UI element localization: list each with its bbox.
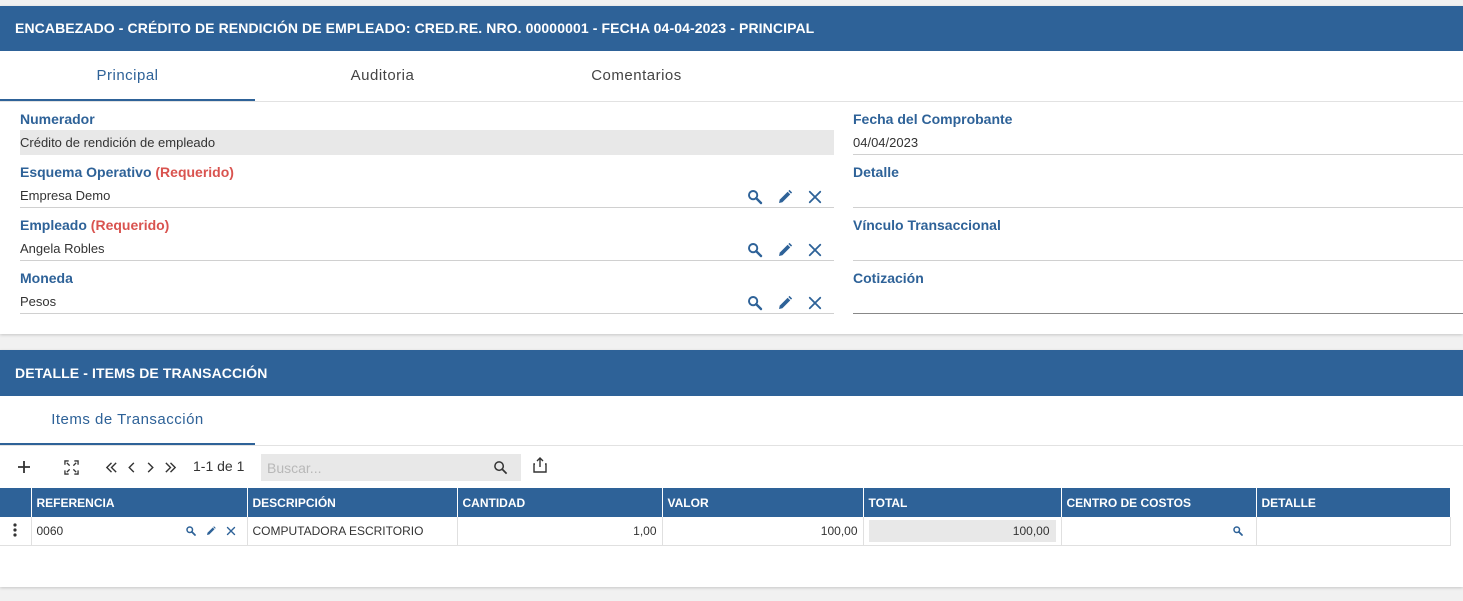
edit-icon[interactable] [205, 525, 217, 537]
row-menu-icon[interactable] [0, 517, 32, 546]
th-descripcion[interactable]: DESCRIPCIÓN [247, 488, 458, 517]
header-card: ENCABEZADO - CRÉDITO DE RENDICIÓN DE EMP… [0, 6, 1463, 334]
tab-comentarios[interactable]: Comentarios [509, 51, 764, 101]
close-icon[interactable] [225, 525, 237, 537]
th-centro-costos[interactable]: CENTRO DE COSTOS [1061, 488, 1257, 517]
close-icon[interactable] [806, 294, 824, 312]
header-card-title: ENCABEZADO - CRÉDITO DE RENDICIÓN DE EMP… [0, 6, 1463, 51]
fullscreen-icon[interactable] [64, 458, 79, 476]
tab-principal[interactable]: Principal [0, 51, 255, 101]
empleado-value[interactable]: Angela Robles [20, 241, 105, 256]
numerador-label: Numerador [20, 111, 95, 127]
grid-search-input[interactable] [261, 454, 481, 481]
esquema-value[interactable]: Empresa Demo [20, 188, 110, 203]
empleado-actions [746, 241, 824, 259]
export-icon[interactable] [532, 456, 548, 474]
detalle-underline [853, 207, 1463, 208]
table-header-row: REFERENCIA DESCRIPCIÓN CANTIDAD VALOR TO… [0, 488, 1451, 517]
search-icon[interactable] [746, 188, 764, 206]
field-detalle: Detalle [853, 164, 1463, 209]
add-icon[interactable] [17, 458, 31, 476]
detail-card-title: DETALLE - ITEMS DE TRANSACCIÓN [0, 350, 1463, 396]
table-header-menu [0, 488, 32, 517]
field-moneda: Moneda Pesos [20, 270, 834, 315]
total-value: 100,00 [868, 520, 1056, 542]
first-page-icon[interactable] [105, 458, 118, 476]
grid-toolbar: 1-1 de 1 [0, 446, 1463, 488]
fecha-value[interactable]: 04/04/2023 [853, 135, 918, 150]
cotizacion-label: Cotización [853, 270, 924, 286]
field-empleado: Empleado (Requerido) Angela Robles [20, 217, 834, 262]
prev-page-icon[interactable] [127, 458, 137, 476]
esquema-required: (Requerido) [155, 164, 234, 180]
tab-auditoria[interactable]: Auditoria [255, 51, 510, 101]
tab-items-transaccion[interactable]: Items de Transacción [0, 396, 255, 445]
cell-descripcion[interactable]: COMPUTADORA ESCRITORIO [247, 517, 458, 546]
edit-icon[interactable] [776, 188, 794, 206]
grid-search [261, 454, 521, 481]
vinculo-label: Vínculo Transaccional [853, 217, 1001, 233]
cell-total: 100,00 [863, 517, 1062, 546]
empleado-label: Empleado (Requerido) [20, 217, 170, 233]
cell-centro-costos[interactable] [1061, 517, 1257, 546]
cell-cantidad[interactable]: 1,00 [457, 517, 663, 546]
moneda-value[interactable]: Pesos [20, 294, 56, 309]
esquema-underline [20, 207, 834, 208]
referencia-value: 0060 [36, 524, 64, 538]
cotizacion-underline [853, 313, 1463, 314]
field-cotizacion: Cotización [853, 270, 1463, 315]
th-total[interactable]: TOTAL [863, 488, 1062, 517]
table-row: 0060 COMPUTADORA ESCRITORIO 1,00 100,00 … [0, 517, 1451, 546]
vinculo-underline [853, 260, 1463, 261]
detail-card: DETALLE - ITEMS DE TRANSACCIÓN Items de … [0, 350, 1463, 587]
grid-area: 1-1 de 1 REFERENCIA DESCRIPCIÓN CANTIDAD… [0, 446, 1463, 587]
cell-valor[interactable]: 100,00 [662, 517, 864, 546]
close-icon[interactable] [806, 241, 824, 259]
search-icon[interactable] [746, 294, 764, 312]
search-icon[interactable] [746, 241, 764, 259]
last-page-icon[interactable] [164, 458, 177, 476]
edit-icon[interactable] [776, 241, 794, 259]
search-icon[interactable] [493, 460, 508, 480]
search-icon[interactable] [1232, 525, 1244, 540]
th-valor[interactable]: VALOR [662, 488, 864, 517]
field-vinculo: Vínculo Transaccional [853, 217, 1463, 262]
numerador-value: Crédito de rendición de empleado [20, 135, 216, 150]
referencia-actions [185, 525, 237, 537]
moneda-actions [746, 294, 824, 312]
moneda-label: Moneda [20, 270, 73, 286]
header-tabs: Principal Auditoria Comentarios [0, 51, 1463, 102]
pagination-label: 1-1 de 1 [193, 458, 245, 474]
edit-icon[interactable] [776, 294, 794, 312]
empleado-required: (Requerido) [90, 217, 170, 233]
detalle-label: Detalle [853, 164, 899, 180]
esquema-actions [746, 188, 824, 206]
fecha-label: Fecha del Comprobante [853, 111, 1013, 127]
th-detalle[interactable]: DETALLE [1256, 488, 1451, 517]
field-esquema: Esquema Operativo (Requerido) Empresa De… [20, 164, 834, 209]
fecha-underline [853, 154, 1463, 155]
search-icon[interactable] [185, 525, 197, 537]
th-referencia[interactable]: REFERENCIA [31, 488, 248, 517]
next-page-icon[interactable] [145, 458, 155, 476]
items-table: REFERENCIA DESCRIPCIÓN CANTIDAD VALOR TO… [0, 488, 1451, 546]
moneda-underline [20, 313, 834, 314]
esquema-label: Esquema Operativo (Requerido) [20, 164, 234, 180]
field-numerador: Numerador Crédito de rendición de emplea… [20, 111, 834, 156]
cell-referencia[interactable]: 0060 [31, 517, 248, 546]
th-cantidad[interactable]: CANTIDAD [457, 488, 663, 517]
empleado-underline [20, 260, 834, 261]
detail-tabs: Items de Transacción [0, 396, 1463, 446]
field-fecha: Fecha del Comprobante 04/04/2023 [853, 111, 1463, 156]
close-icon[interactable] [806, 188, 824, 206]
cell-detalle[interactable] [1256, 517, 1451, 546]
